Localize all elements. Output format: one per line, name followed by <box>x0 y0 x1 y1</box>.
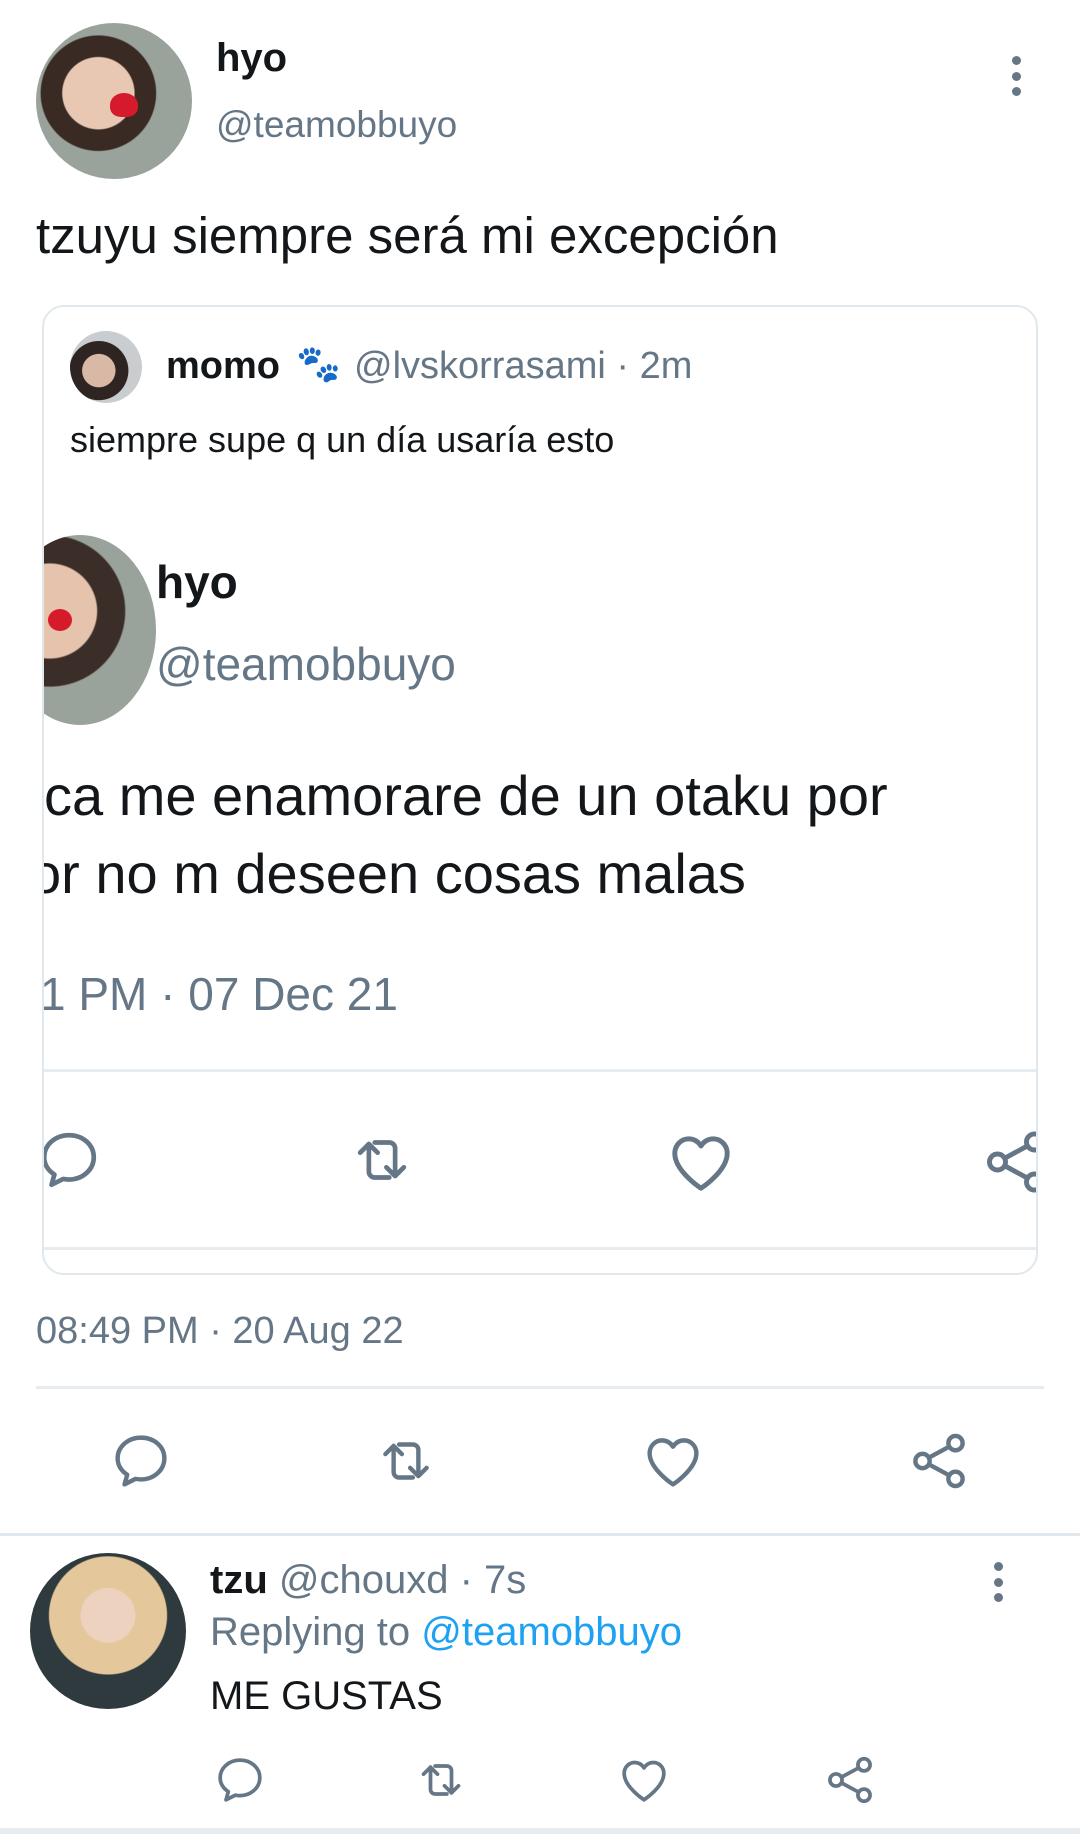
comment-icon[interactable] <box>212 1752 268 1808</box>
screenshot-text-line: or no m deseen cosas malas <box>42 842 746 905</box>
retweet-icon <box>342 1125 422 1195</box>
divider <box>36 1386 1044 1389</box>
reply-header: tzu @chouxd · 7s <box>210 1558 526 1603</box>
quoted-author-handle: @lvskorrasami · 2m <box>354 345 693 387</box>
share-icon[interactable] <box>822 1752 878 1808</box>
more-vertical-icon[interactable] <box>988 1558 1008 1606</box>
comment-icon <box>44 1125 104 1195</box>
reply-author-avatar[interactable] <box>30 1553 186 1709</box>
paw-emoji: 🐾 <box>296 343 341 384</box>
screenshot-timestamp: 1 PM · 07 Dec 21 <box>42 968 398 1020</box>
quoted-author-name: momo <box>166 345 280 387</box>
heart-icon[interactable] <box>616 1752 672 1808</box>
author-name[interactable]: hyo <box>216 36 287 81</box>
replying-handle-link[interactable]: @teamobbuyo <box>421 1610 682 1654</box>
screenshot-avatar <box>44 535 156 725</box>
tweet-text: tzuyu siempre será mi excepción <box>36 207 779 264</box>
comment-icon[interactable] <box>108 1428 174 1494</box>
divider <box>44 1069 1036 1072</box>
reply-author-name[interactable]: tzu <box>210 1558 268 1602</box>
retweet-icon[interactable] <box>410 1752 472 1808</box>
divider <box>44 1247 1036 1250</box>
divider <box>0 1533 1080 1536</box>
heart-icon <box>664 1125 738 1199</box>
reply-text: ME GUSTAS <box>210 1674 443 1718</box>
tweet-timestamp: 08:49 PM · 20 Aug 22 <box>36 1310 404 1352</box>
divider <box>0 1828 1080 1834</box>
more-vertical-icon[interactable] <box>1006 52 1026 100</box>
reply-author-meta: @chouxd · 7s <box>278 1558 527 1602</box>
quoted-author-avatar <box>70 331 142 403</box>
screenshot-author-name: hyo <box>156 556 238 608</box>
replying-to: Replying to @teamobbuyo <box>210 1610 682 1655</box>
author-handle[interactable]: @teamobbuyo <box>216 104 457 146</box>
replying-prefix: Replying to <box>210 1610 411 1654</box>
quoted-tweet[interactable]: momo 🐾 @lvskorrasami · 2m siempre supe q… <box>42 305 1038 1275</box>
author-avatar[interactable] <box>36 23 192 179</box>
heart-icon[interactable] <box>640 1428 706 1494</box>
quoted-tweet-text: siempre supe q un día usaría esto <box>70 419 615 460</box>
screenshot-text-line: ca me enamorare de un otaku por <box>44 764 888 827</box>
screenshot-author-handle: @teamobbuyo <box>156 638 456 690</box>
retweet-icon[interactable] <box>370 1428 442 1494</box>
share-icon[interactable] <box>906 1428 972 1494</box>
share-icon <box>979 1125 1036 1199</box>
